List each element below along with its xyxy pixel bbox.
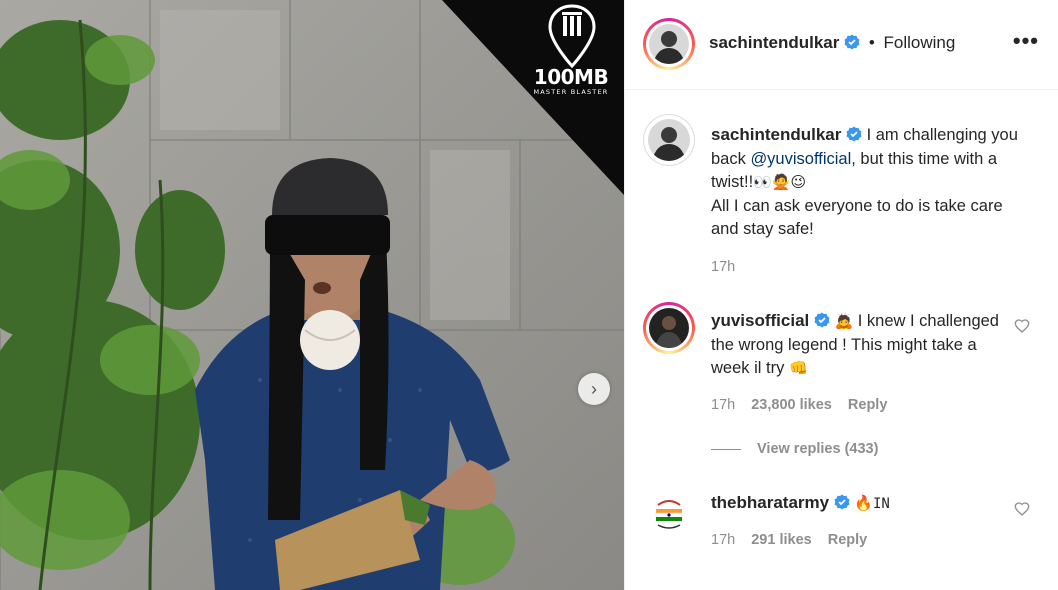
- reply-button[interactable]: Reply: [828, 532, 868, 548]
- profile-photo-icon: [649, 308, 689, 348]
- post-media[interactable]: 100MB MASTER BLASTER ›: [0, 0, 624, 590]
- comment-emoji-lead: 🔥: [854, 494, 873, 512]
- comment-avatar[interactable]: [643, 302, 695, 354]
- caption-line2: All I can ask everyone to do is take car…: [711, 196, 1003, 239]
- profile-photo-icon: [648, 119, 690, 161]
- next-slide-button[interactable]: ›: [578, 373, 610, 405]
- more-options-icon[interactable]: •••: [1013, 30, 1039, 52]
- separator-dot: •: [868, 33, 875, 52]
- comment-likes[interactable]: 291 likes: [751, 532, 811, 548]
- caption-username[interactable]: sachintendulkar: [711, 125, 841, 144]
- comment-body: IN: [872, 496, 890, 512]
- post-side-panel: sachintendulkar • Following ••• sachinte…: [624, 0, 1058, 590]
- verified-badge-icon: [846, 126, 862, 142]
- comment-timestamp[interactable]: 17h: [711, 397, 735, 413]
- brand-watermark: 100MB MASTER BLASTER: [442, 0, 624, 195]
- like-heart-icon[interactable]: [1014, 318, 1030, 334]
- comment-avatar[interactable]: [643, 486, 695, 538]
- caption-timestamp[interactable]: 17h: [711, 259, 735, 275]
- post-header: sachintendulkar • Following •••: [625, 0, 1058, 90]
- verified-badge-icon: [834, 494, 850, 510]
- comment-meta: 17h 23,800 likes Reply: [711, 397, 899, 413]
- caption-emojis: 👀🙅😉: [753, 173, 807, 191]
- header-avatar[interactable]: [643, 18, 695, 70]
- following-button[interactable]: Following: [884, 33, 956, 52]
- like-heart-icon[interactable]: [1014, 501, 1030, 517]
- caption-text: sachintendulkar I am challenging you bac…: [711, 123, 1031, 242]
- divider-line: [711, 448, 741, 450]
- comment-likes[interactable]: 23,800 likes: [751, 397, 832, 413]
- reply-button[interactable]: Reply: [848, 397, 888, 413]
- bharat-army-logo-icon: [646, 489, 692, 535]
- comment-emoji-lead: 🙇: [834, 312, 854, 330]
- mention-link[interactable]: @yuvisofficial: [750, 150, 851, 168]
- caption-avatar[interactable]: [643, 114, 695, 166]
- comment-meta: 17h 291 likes Reply: [711, 532, 879, 548]
- header-username[interactable]: sachintendulkar: [709, 33, 839, 52]
- profile-photo-icon: [649, 24, 689, 64]
- comment-username[interactable]: thebharatarmy: [711, 493, 829, 512]
- view-replies-label: View replies (433): [757, 441, 879, 457]
- comment-timestamp[interactable]: 17h: [711, 532, 735, 548]
- verified-badge-icon: [844, 34, 860, 50]
- comment-text: thebharatarmy 🔥IN: [711, 491, 1011, 517]
- brand-subtitle: MASTER BLASTER: [533, 88, 609, 96]
- comment-emoji-tail: 👊: [788, 359, 808, 377]
- comment-username[interactable]: yuvisofficial: [711, 311, 809, 330]
- chevron-right-icon: ›: [591, 379, 597, 399]
- location-pin-logo-icon: [548, 4, 596, 68]
- verified-badge-icon: [814, 312, 830, 328]
- brand-name: 100MB: [533, 65, 609, 89]
- view-replies-button[interactable]: View replies (433): [711, 441, 878, 457]
- comment-text: yuvisofficial 🙇 I knew I challenged the …: [711, 309, 1011, 381]
